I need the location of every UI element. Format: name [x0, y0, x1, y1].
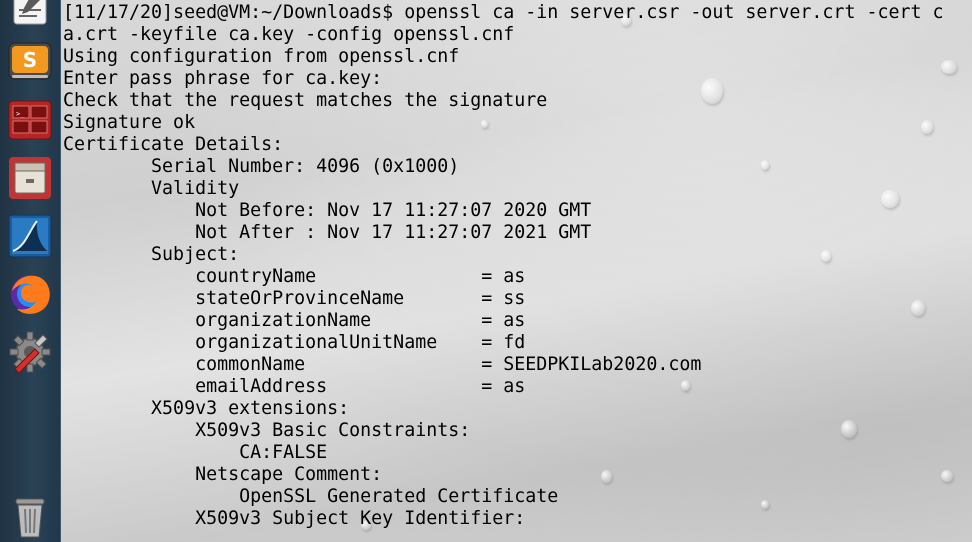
wireshark-icon — [7, 213, 53, 259]
terminal-line: Enter pass phrase for ca.key: — [63, 68, 383, 89]
text-editor-icon — [8, 0, 52, 26]
terminal-launcher[interactable]: >_ — [4, 94, 56, 146]
terminal-line: Not Before: Nov 17 11:27:07 2020 GMT — [63, 200, 592, 221]
file-manager-launcher[interactable] — [4, 152, 56, 204]
settings-launcher[interactable] — [4, 326, 56, 378]
terminal-line: commonName = SEEDPKILab2020.com — [63, 354, 702, 375]
svg-text:>_: >_ — [16, 110, 25, 118]
terminal-line: Check that the request matches the signa… — [63, 90, 548, 111]
file-manager-icon — [7, 155, 53, 201]
terminal-line: CA:FALSE — [63, 442, 328, 463]
sublime-text-icon: S — [7, 39, 53, 85]
terminal-line: Using configuration from openssl.cnf — [63, 46, 460, 67]
terminal-line: X509v3 extensions: — [63, 398, 350, 419]
terminal-line: Validity — [63, 178, 240, 199]
trash-launcher[interactable] — [4, 490, 56, 542]
trash-icon — [7, 493, 53, 539]
terminal-line: countryName = as — [63, 266, 526, 287]
terminal-line: Netscape Comment: — [63, 464, 383, 485]
terminal-line: emailAddress = as — [63, 376, 526, 397]
terminal-line: stateOrProvinceName = ss — [63, 288, 526, 309]
terminal-line: X509v3 Subject Key Identifier: — [63, 508, 526, 529]
terminal-icon: >_ — [7, 97, 53, 143]
terminal-line: Not After : Nov 17 11:27:07 2021 GMT — [63, 222, 592, 243]
terminal-line: X509v3 Basic Constraints: — [63, 420, 471, 441]
firefox-launcher[interactable] — [4, 268, 56, 320]
text-editor-launcher[interactable] — [4, 0, 56, 30]
terminal-line: OpenSSL Generated Certificate — [63, 486, 559, 507]
terminal-line: organizationalUnitName = fd — [63, 332, 526, 353]
terminal-line: Serial Number: 4096 (0x1000) — [63, 156, 460, 177]
wireshark-launcher[interactable] — [4, 210, 56, 262]
terminal-line: organizationName = as — [63, 310, 526, 331]
launcher-dock: S >_ — [0, 0, 61, 542]
terminal-line: Subject: — [63, 244, 240, 265]
svg-text:S: S — [23, 48, 37, 72]
terminal-line: Signature ok — [63, 112, 196, 133]
firefox-icon — [7, 271, 53, 317]
settings-icon — [7, 329, 53, 375]
terminal-line: a.crt -keyfile ca.key -config openssl.cn… — [63, 24, 515, 45]
desktop: S >_ [11/17/20]seed@VM:~/Downloads$ open… — [0, 0, 972, 542]
terminal-output[interactable]: [11/17/20]seed@VM:~/Downloads$ openssl c… — [63, 2, 944, 530]
terminal-line: Certificate Details: — [63, 134, 284, 155]
sublime-text-launcher[interactable]: S — [4, 36, 56, 88]
terminal-line: [11/17/20]seed@VM:~/Downloads$ openssl c… — [63, 2, 944, 23]
terminal-window[interactable]: [11/17/20]seed@VM:~/Downloads$ openssl c… — [61, 0, 972, 542]
